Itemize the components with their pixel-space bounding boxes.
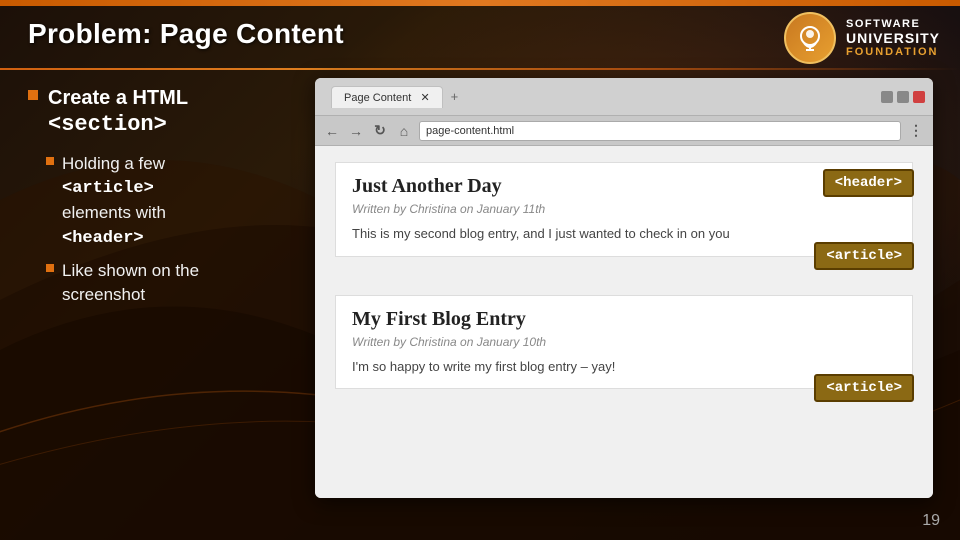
new-tab-btn[interactable]: + [443, 85, 467, 108]
sub-bullet-1: Holding a few <article> elements with <h… [46, 152, 308, 251]
article-2: My First Blog Entry Written by Christina… [335, 295, 913, 390]
main-bullet-tag: <section> [48, 112, 167, 137]
logo-university: UNIVERSITY [846, 30, 940, 46]
bullet-square-main [28, 90, 38, 100]
article-2-body: I'm so happy to write my first blog entr… [352, 357, 896, 377]
article-2-title: My First Blog Entry [352, 308, 896, 331]
article-1-title: Just Another Day [352, 175, 896, 198]
logo-area: SOFTWARE UNIVERSITY FOUNDATION [784, 12, 940, 64]
tab-area: Page Content ✕ + [331, 85, 877, 108]
page-number: 19 [922, 512, 940, 530]
header-annotation-text: <header> [835, 175, 902, 191]
sub1-tag2: <header> [62, 229, 144, 248]
main-bullet-text: Create a HTML <section> [48, 85, 188, 140]
logo-icon [784, 12, 836, 64]
tab-label: Page Content [344, 92, 411, 104]
article-1-meta: Written by Christina on January 11th [352, 202, 896, 216]
sub1-prefix: Holding a few [62, 154, 165, 173]
article-2-annotation-text: <article> [826, 380, 902, 396]
logo-text: SOFTWARE UNIVERSITY FOUNDATION [846, 18, 940, 58]
header-annotation: <header> [823, 169, 914, 197]
article-2-annotation: <article> [814, 374, 914, 402]
back-btn[interactable]: ← [323, 122, 341, 140]
browser-content: Just Another Day Written by Christina on… [315, 146, 933, 498]
sub1-tag: <article> [62, 179, 154, 198]
article-1-annotation: <article> [814, 242, 914, 270]
main-bullet: Create a HTML <section> [28, 85, 308, 140]
article-1-annotation-text: <article> [826, 248, 902, 264]
minimize-btn[interactable] [881, 91, 893, 103]
article-2-meta: Written by Christina on January 10th [352, 335, 896, 349]
article-1: Just Another Day Written by Christina on… [335, 162, 913, 257]
maximize-btn[interactable] [897, 91, 909, 103]
window-controls [881, 91, 925, 103]
close-btn[interactable] [913, 91, 925, 103]
forward-btn[interactable]: → [347, 122, 365, 140]
top-accent-bar [0, 0, 960, 6]
sub2-suffix: screenshot [62, 285, 145, 304]
logo-svg [795, 23, 825, 53]
browser-mockup: Page Content ✕ + ← → ↻ ⌂ page-content.ht… [315, 78, 933, 498]
browser-nav: ← → ↻ ⌂ page-content.html ⋮ [315, 116, 933, 146]
address-text: page-content.html [426, 125, 514, 137]
sub-bullets: Holding a few <article> elements with <h… [46, 152, 308, 307]
sub2-prefix: Like shown on the [62, 261, 199, 280]
browser-tab: Page Content ✕ [331, 86, 443, 108]
sub1-suffix: elements with [62, 203, 166, 222]
bullet-square-sub1 [46, 157, 54, 165]
slide-title: Problem: Page Content [28, 18, 344, 50]
menu-btn[interactable]: ⋮ [907, 122, 925, 140]
title-divider [0, 68, 960, 70]
article-1-body: This is my second blog entry, and I just… [352, 224, 896, 244]
logo-software: SOFTWARE [846, 18, 940, 30]
logo-foundation: FOUNDATION [846, 46, 940, 58]
bullet-square-sub2 [46, 264, 54, 272]
sub-bullet-2: Like shown on the screenshot [46, 259, 308, 307]
address-bar[interactable]: page-content.html [419, 121, 901, 141]
home-btn[interactable]: ⌂ [395, 122, 413, 140]
sub-bullet-1-text: Holding a few <article> elements with <h… [62, 152, 166, 251]
sub-bullet-2-text: Like shown on the screenshot [62, 259, 199, 307]
main-bullet-label: Create a HTML [48, 87, 188, 109]
browser-chrome: Page Content ✕ + [315, 78, 933, 116]
left-panel: Create a HTML <section> Holding a few <a… [28, 85, 308, 314]
reload-btn[interactable]: ↻ [371, 122, 389, 140]
